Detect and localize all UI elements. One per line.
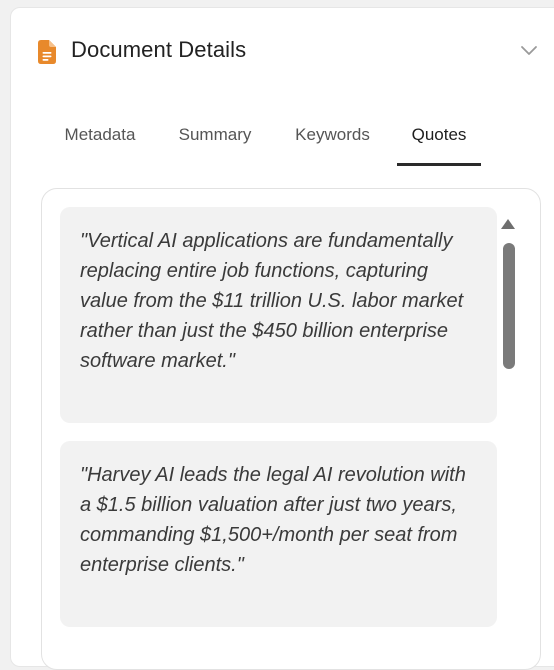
- panel-header[interactable]: Document Details: [11, 8, 554, 96]
- tab-quotes[interactable]: Quotes: [397, 116, 481, 166]
- tab-bar: Metadata Summary Keywords Quotes: [47, 116, 547, 168]
- scrollbar-thumb[interactable]: [503, 243, 515, 369]
- tab-label: Keywords: [295, 125, 370, 144]
- panel-title: Document Details: [71, 37, 247, 62]
- scroll-up-arrow-icon[interactable]: [501, 219, 515, 229]
- active-tab-indicator: [397, 163, 481, 166]
- document-icon: [38, 40, 56, 64]
- tab-label: Metadata: [64, 125, 136, 144]
- tab-label: Summary: [178, 125, 252, 144]
- quotes-list[interactable]: "Vertical AI applications are fundamenta…: [41, 188, 541, 670]
- tab-keywords[interactable]: Keywords: [290, 116, 375, 166]
- quote-card: "Harvey AI leads the legal AI revolution…: [60, 441, 497, 627]
- tab-label: Quotes: [411, 125, 467, 144]
- tab-metadata[interactable]: Metadata: [59, 116, 141, 166]
- document-details-panel: Document Details Metadata Summary Keywor…: [10, 7, 554, 670]
- tab-summary[interactable]: Summary: [173, 116, 257, 166]
- quote-text: "Vertical AI applications are fundamenta…: [80, 230, 464, 372]
- quote-card: "Vertical AI applications are fundamenta…: [60, 207, 497, 423]
- chevron-down-icon[interactable]: [520, 45, 538, 57]
- scrollbar-track[interactable]: [503, 237, 515, 667]
- quote-text: "Harvey AI leads the legal AI revolution…: [80, 464, 466, 576]
